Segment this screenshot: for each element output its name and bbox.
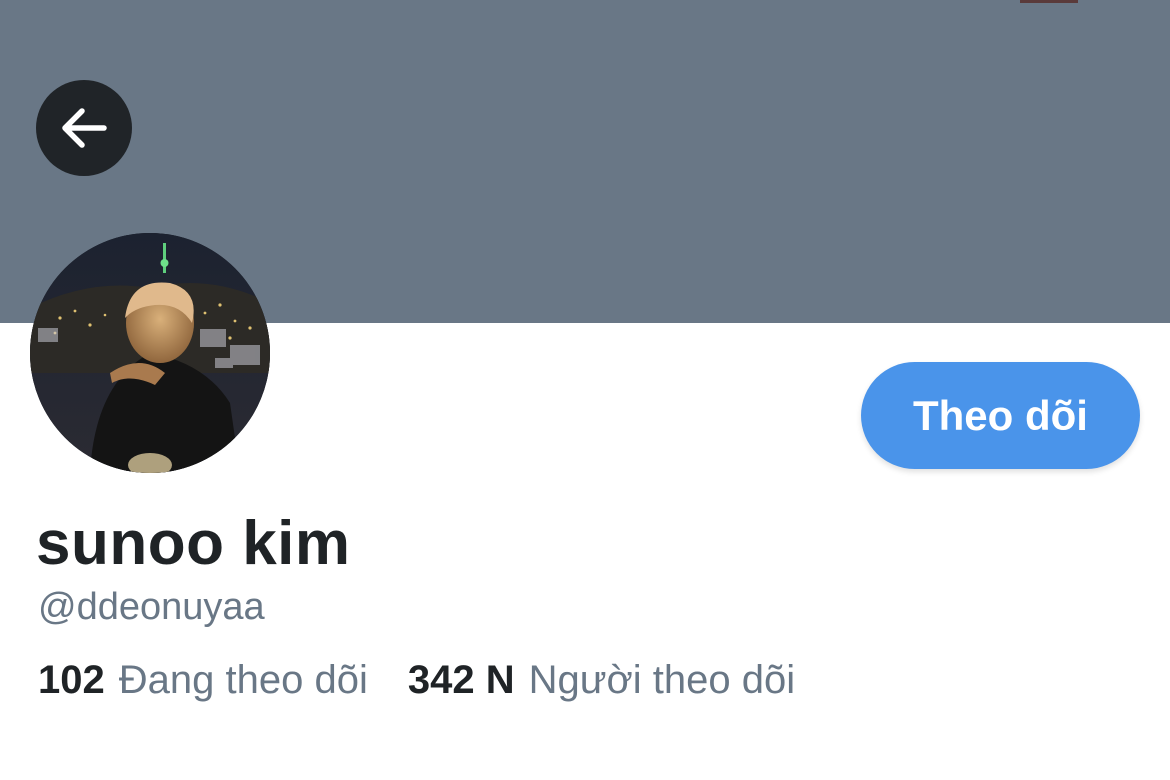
display-name: sunoo kim bbox=[36, 509, 351, 578]
arrow-left-icon bbox=[62, 108, 107, 148]
following-stat[interactable]: 102 Đang theo dõi bbox=[38, 658, 368, 703]
profile-photo bbox=[30, 233, 270, 473]
banner-edge-mark bbox=[1020, 0, 1078, 3]
followers-stat[interactable]: 342 N Người theo dõi bbox=[408, 658, 795, 703]
followers-count: 342 N bbox=[407, 658, 515, 702]
avatar[interactable] bbox=[30, 233, 270, 473]
following-label: Đang theo dõi bbox=[118, 658, 368, 702]
following-count: 102 bbox=[38, 658, 105, 702]
profile-stats: 102 Đang theo dõi 342 N Người theo dõi bbox=[38, 658, 795, 703]
user-handle: @ddeonuyaa bbox=[38, 586, 265, 628]
followers-label: Người theo dõi bbox=[528, 658, 796, 702]
back-button[interactable] bbox=[36, 80, 132, 176]
profile-page: Theo dõi sunoo kim @ddeonuyaa 102 Đang t… bbox=[0, 0, 1170, 780]
follow-button[interactable]: Theo dõi bbox=[861, 362, 1140, 469]
